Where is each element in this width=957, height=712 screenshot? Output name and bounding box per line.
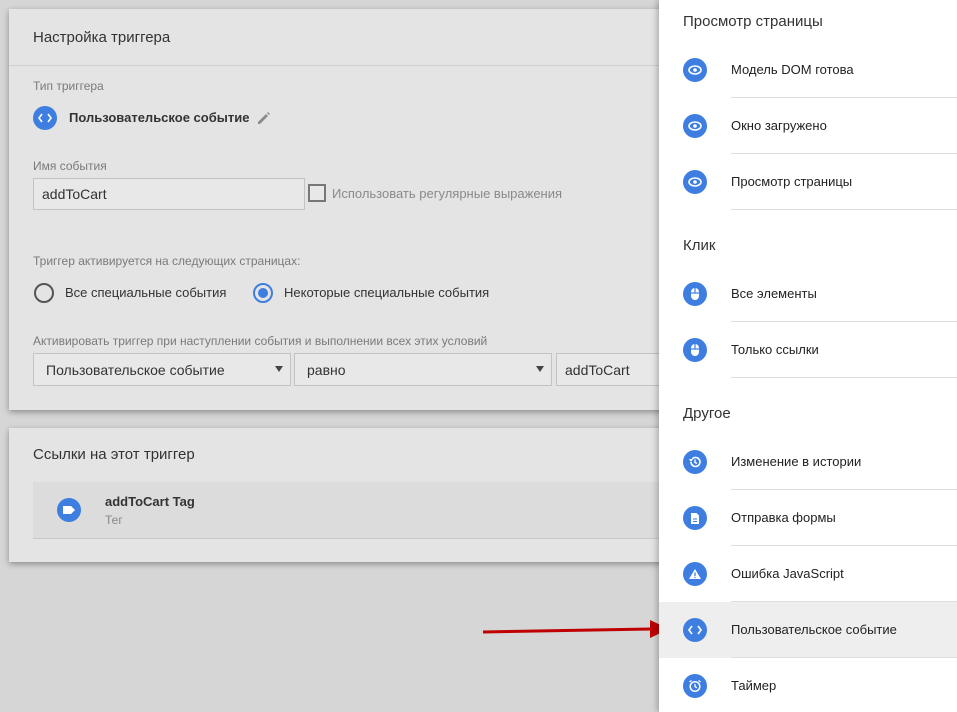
fires-on-label: Триггер активируется на следующих страни… xyxy=(33,254,301,268)
trigger-type-page-view[interactable]: Просмотр страницы xyxy=(659,154,957,210)
trigger-type-label: Пользовательское событие xyxy=(731,622,897,637)
warning-icon xyxy=(683,562,707,586)
trigger-type-label: Все элементы xyxy=(731,286,817,301)
dropdown-caret-icon xyxy=(275,366,283,372)
trigger-type-label: Ошибка JavaScript xyxy=(731,566,844,581)
radio-some-events-label: Некоторые специальные события xyxy=(284,285,490,300)
divider xyxy=(731,377,957,378)
radio-all-events-label: Все специальные события xyxy=(65,285,227,300)
trigger-type-name: Пользовательское событие xyxy=(69,110,250,125)
divider xyxy=(731,209,957,210)
trigger-config-card: Настройка триггера Тип триггера Пользова… xyxy=(9,9,716,410)
trigger-type-custom-event[interactable]: Пользовательское событие xyxy=(659,602,957,658)
section-heading-pageview: Просмотр страницы xyxy=(683,13,823,30)
trigger-type-label: Тип триггера xyxy=(33,79,104,93)
mouse-icon xyxy=(683,338,707,362)
document-icon xyxy=(683,506,707,530)
regex-checkbox-label: Использовать регулярные выражения xyxy=(332,186,563,201)
trigger-type-label: Просмотр страницы xyxy=(731,174,853,189)
tag-icon xyxy=(57,498,81,522)
card-title: Настройка триггера xyxy=(33,29,171,46)
trigger-type-label: Изменение в истории xyxy=(731,454,862,469)
trigger-type-all-elements[interactable]: Все элементы xyxy=(659,266,957,322)
event-name-input[interactable]: addToCart xyxy=(33,178,305,210)
trigger-type-label: Модель DOM готова xyxy=(731,62,854,77)
condition-operator-select[interactable]: равно xyxy=(294,353,552,386)
trigger-type-window-loaded[interactable]: Окно загружено xyxy=(659,98,957,154)
alarm-clock-icon xyxy=(683,674,707,698)
edit-pencil-icon[interactable] xyxy=(256,110,272,126)
radio-all-events[interactable] xyxy=(34,283,54,303)
reference-type: Тег xyxy=(105,513,123,527)
event-name-label: Имя события xyxy=(33,159,107,173)
eye-icon xyxy=(683,114,707,138)
regex-checkbox[interactable] xyxy=(308,184,326,202)
trigger-type-dom-ready[interactable]: Модель DOM готова xyxy=(659,42,957,98)
trigger-type-label: Отправка формы xyxy=(731,510,836,525)
divider xyxy=(9,65,709,66)
trigger-type-panel: Просмотр страницы Модель DOM готова Окно… xyxy=(659,0,957,712)
references-title: Ссылки на этот триггер xyxy=(33,446,195,463)
mouse-icon xyxy=(683,282,707,306)
code-icon xyxy=(33,106,57,130)
radio-some-events[interactable] xyxy=(253,283,273,303)
trigger-type-label: Окно загружено xyxy=(731,118,827,133)
annotation-arrow xyxy=(482,620,669,638)
code-icon xyxy=(683,618,707,642)
trigger-type-history-change[interactable]: Изменение в истории xyxy=(659,434,957,490)
condition-variable-value: Пользовательское событие xyxy=(46,362,225,378)
section-heading-click: Клик xyxy=(683,237,716,254)
eye-icon xyxy=(683,58,707,82)
eye-icon xyxy=(683,170,707,194)
reference-name: addToCart Tag xyxy=(105,494,195,509)
trigger-type-js-error[interactable]: Ошибка JavaScript xyxy=(659,546,957,602)
dropdown-caret-icon xyxy=(536,366,544,372)
trigger-type-label: Только ссылки xyxy=(731,342,819,357)
trigger-references-card: Ссылки на этот триггер addToCart Tag Тег xyxy=(9,428,709,562)
section-heading-other: Другое xyxy=(683,405,731,422)
trigger-type-form-submission[interactable]: Отправка формы xyxy=(659,490,957,546)
trigger-type-just-links[interactable]: Только ссылки xyxy=(659,322,957,378)
reference-row[interactable]: addToCart Tag Тег xyxy=(33,482,709,539)
history-icon xyxy=(683,450,707,474)
condition-value-text: addToCart xyxy=(565,362,630,378)
condition-variable-select[interactable]: Пользовательское событие xyxy=(33,353,291,386)
condition-label: Активировать триггер при наступлении соб… xyxy=(33,334,488,348)
condition-operator-value: равно xyxy=(307,362,346,378)
trigger-type-timer[interactable]: Таймер xyxy=(659,658,957,712)
trigger-type-label: Таймер xyxy=(731,678,777,693)
